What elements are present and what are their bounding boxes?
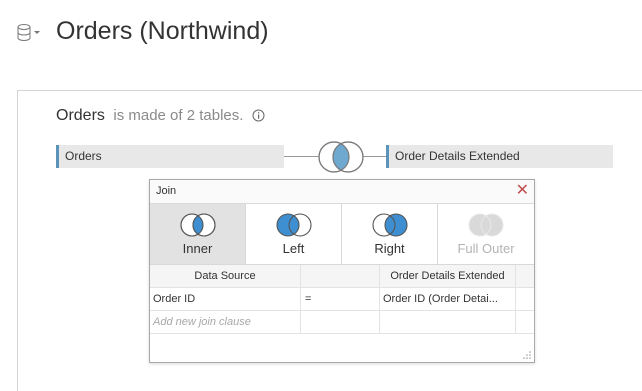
add-row-spacer: [516, 311, 534, 333]
resize-grip-icon[interactable]: [523, 351, 531, 359]
join-type-left-label: Left: [282, 241, 305, 256]
summary-made-of-text: is made of 2 tables.: [113, 107, 244, 124]
row-spacer: [516, 288, 534, 310]
join-dialog: Join ✕ Inner Left Right Full Outer Data …: [149, 179, 535, 363]
column-header-right-table: Order Details Extended: [380, 265, 516, 287]
database-icon: [17, 24, 40, 41]
right-table-pill[interactable]: Order Details Extended: [386, 145, 613, 168]
add-row-operator-cell: [301, 311, 380, 333]
join-operator[interactable]: =: [301, 288, 380, 310]
left-table-pill[interactable]: Orders: [56, 145, 284, 168]
join-clause-header-row: Data Source Order Details Extended: [150, 265, 534, 288]
add-join-clause-row[interactable]: Add new join clause: [150, 311, 534, 334]
info-icon[interactable]: [252, 109, 265, 127]
right-join-icon: [371, 213, 408, 237]
join-badge[interactable]: [314, 139, 368, 175]
join-type-full-outer[interactable]: Full Outer: [438, 204, 534, 264]
join-type-right[interactable]: Right: [342, 204, 438, 264]
summary-table-name: Orders: [56, 107, 105, 124]
add-join-clause[interactable]: Add new join clause: [150, 311, 301, 333]
right-field[interactable]: Order ID (Order Detai...: [380, 288, 516, 310]
join-type-right-label: Right: [374, 241, 405, 256]
column-header-operator: [301, 265, 380, 287]
join-type-full-outer-label: Full Outer: [457, 241, 515, 256]
join-clause-row[interactable]: Order ID = Order ID (Order Detai...: [150, 288, 534, 311]
join-dialog-title: Join: [156, 185, 177, 197]
datasource-menu[interactable]: [16, 22, 42, 44]
close-icon[interactable]: ✕: [516, 182, 529, 200]
left-join-icon: [275, 213, 312, 237]
join-type-inner[interactable]: Inner: [150, 204, 246, 264]
left-field[interactable]: Order ID: [150, 288, 301, 310]
join-type-inner-label: Inner: [182, 241, 213, 256]
column-header-data-source: Data Source: [150, 265, 301, 287]
inner-join-icon: [318, 141, 364, 173]
join-dialog-header: Join ✕: [150, 180, 534, 204]
join-type-left[interactable]: Left: [246, 204, 342, 264]
column-header-spacer: [516, 265, 534, 287]
add-row-right-cell: [380, 311, 516, 333]
datasource-summary: Orders is made of 2 tables.: [56, 107, 265, 127]
page-title: Orders (Northwind): [56, 17, 269, 45]
inner-join-icon: [179, 213, 216, 237]
join-type-selector: Inner Left Right Full Outer: [150, 204, 534, 265]
caret-down-icon: [34, 31, 40, 34]
full-outer-join-icon: [468, 213, 504, 237]
